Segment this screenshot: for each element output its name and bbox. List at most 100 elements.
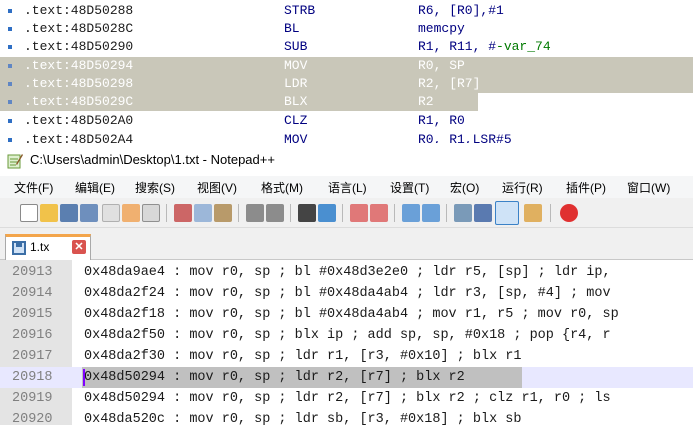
- toolbar-separator: [166, 204, 167, 222]
- breakpoint-dot-icon: [8, 100, 12, 104]
- toolbar-separator: [550, 204, 551, 222]
- menu-edit[interactable]: 编辑(E): [75, 179, 115, 196]
- ida-row[interactable]: .text:48D502A0 CLZ R1, R0: [0, 112, 693, 130]
- ida-address: .text:48D50294: [24, 58, 134, 73]
- ida-stack-var: -var_74: [496, 39, 551, 54]
- ida-row[interactable]: .text:48D50288 STRB R6, [R0],#1: [0, 2, 693, 20]
- zoom-out-icon[interactable]: [370, 204, 388, 222]
- toolbar-separator: [394, 204, 395, 222]
- ida-row[interactable]: .text:48D502A4 MOV R0, R1,LSR#5: [0, 131, 693, 143]
- line-number: 20917: [12, 349, 53, 364]
- breakpoint-dot-icon: [8, 9, 12, 13]
- menu-language[interactable]: 语言(L): [328, 179, 367, 196]
- menu-search[interactable]: 搜索(S): [135, 179, 175, 196]
- text-caret: [83, 369, 85, 386]
- line-number: 20913: [12, 265, 53, 280]
- ida-operands: R6, [R0],#1: [418, 3, 504, 18]
- open-file-icon[interactable]: [40, 204, 58, 222]
- ida-address: .text:48D50298: [24, 76, 134, 91]
- breakpoint-dot-icon: [8, 45, 12, 49]
- menu-plugins[interactable]: 插件(P): [566, 179, 606, 196]
- ida-mnemonic: BLX: [284, 94, 308, 109]
- close-icon[interactable]: [102, 204, 120, 222]
- menu-bar: 文件(F) 编辑(E) 搜索(S) 视图(V) 格式(M) 语言(L) 设置(T…: [0, 176, 693, 198]
- find-icon[interactable]: [298, 204, 316, 222]
- editor-line: 20920 0x48da520c : mov r0, sp ; ldr sb, …: [0, 409, 693, 425]
- menu-file[interactable]: 文件(F): [14, 179, 53, 196]
- line-number: 20915: [12, 307, 53, 322]
- zoom-in-icon[interactable]: [350, 204, 368, 222]
- line-number: 20918: [12, 370, 53, 385]
- save-icon[interactable]: [60, 204, 78, 222]
- editor-line: 20919 0x48d50294 : mov r0, sp ; ldr r2, …: [0, 388, 693, 409]
- line-text: 0x48da9ae4 : mov r0, sp ; bl #0x48d3e2e0…: [84, 265, 611, 280]
- document-map-icon[interactable]: [524, 204, 542, 222]
- ida-address: .text:48D502A0: [24, 113, 134, 128]
- ida-operands: R0, R1,LSR#5: [418, 132, 512, 143]
- new-file-icon[interactable]: [20, 204, 38, 222]
- ida-operands: R0, SP: [418, 58, 465, 73]
- ida-row[interactable]: .text:48D5028C BL memcpy: [0, 20, 693, 38]
- sync-vertical-icon[interactable]: [402, 204, 420, 222]
- editor-line: 20917 0x48da2f30 : mov r0, sp ; ldr r1, …: [0, 346, 693, 367]
- line-text: 0x48da2f18 : mov r0, sp ; bl #0x48da4ab4…: [84, 307, 619, 322]
- menu-view[interactable]: 视图(V): [197, 179, 237, 196]
- copy-icon[interactable]: [194, 204, 212, 222]
- toolbar-separator: [342, 204, 343, 222]
- line-number: 20919: [12, 391, 53, 406]
- title-bar[interactable]: C:\Users\admin\Desktop\1.txt - Notepad++: [0, 146, 693, 176]
- close-all-icon[interactable]: [122, 204, 140, 222]
- text-editor[interactable]: 20913 0x48da9ae4 : mov r0, sp ; bl #0x48…: [0, 260, 693, 425]
- menu-run[interactable]: 运行(R): [502, 179, 543, 196]
- breakpoint-dot-icon: [8, 64, 12, 68]
- ida-address: .text:48D5029C: [24, 94, 134, 109]
- line-text: 0x48d50294 : mov r0, sp ; ldr r2, [r7] ;…: [84, 391, 611, 406]
- show-all-chars-icon[interactable]: [474, 204, 492, 222]
- print-icon[interactable]: [142, 204, 160, 222]
- window-title: C:\Users\admin\Desktop\1.txt - Notepad++: [30, 152, 275, 167]
- cut-icon[interactable]: [174, 204, 192, 222]
- tab-bar: 1.tx ✕: [0, 228, 693, 260]
- breakpoint-dot-icon: [8, 82, 12, 86]
- indent-guide-icon[interactable]: [495, 201, 519, 225]
- ida-mnemonic: CLZ: [284, 113, 308, 128]
- paste-icon[interactable]: [214, 204, 232, 222]
- ida-operands: R1, R0: [418, 113, 465, 128]
- tab-close-button[interactable]: ✕: [72, 240, 86, 254]
- ida-operands: R1, R11, #-var_74: [418, 39, 551, 54]
- line-text: 0x48da2f24 : mov r0, sp ; bl #0x48da4ab4…: [84, 286, 611, 301]
- breakpoint-dot-icon: [8, 119, 12, 123]
- undo-icon[interactable]: [246, 204, 264, 222]
- toolbar-separator: [238, 204, 239, 222]
- menu-window[interactable]: 窗口(W): [627, 179, 670, 196]
- editor-line: 20915 0x48da2f18 : mov r0, sp ; bl #0x48…: [0, 304, 693, 325]
- sync-horizontal-icon[interactable]: [422, 204, 440, 222]
- menu-format[interactable]: 格式(M): [261, 179, 303, 196]
- line-text: 0x48da520c : mov r0, sp ; ldr sb, [r3, #…: [84, 412, 522, 425]
- save-all-icon[interactable]: [80, 204, 98, 222]
- replace-icon[interactable]: [318, 204, 336, 222]
- ida-address: .text:48D502A4: [24, 132, 134, 143]
- editor-line: 20914 0x48da2f24 : mov r0, sp ; bl #0x48…: [0, 283, 693, 304]
- editor-line: 20916 0x48da2f50 : mov r0, sp ; blx ip ;…: [0, 325, 693, 346]
- tab-1-txt[interactable]: 1.tx ✕: [5, 234, 91, 260]
- menu-settings[interactable]: 设置(T): [390, 179, 429, 196]
- ida-row[interactable]: .text:48D50290 SUB R1, R11, #-var_74: [0, 38, 693, 56]
- record-macro-icon[interactable]: [560, 204, 578, 222]
- ida-mnemonic: SUB: [284, 39, 308, 54]
- word-wrap-icon[interactable]: [454, 204, 472, 222]
- editor-line: 20913 0x48da9ae4 : mov r0, sp ; bl #0x48…: [0, 262, 693, 283]
- ida-mnemonic: MOV: [284, 132, 308, 143]
- line-text: 0x48d50294 : mov r0, sp ; ldr r2, [r7] ;…: [84, 370, 465, 385]
- toolbar-separator: [446, 204, 447, 222]
- redo-icon[interactable]: [266, 204, 284, 222]
- ida-operands: R2: [418, 94, 434, 109]
- breakpoint-dot-icon: [8, 27, 12, 31]
- ida-row-selected[interactable]: .text:48D50294 MOV R0, SP: [0, 57, 693, 75]
- tab-label: 1.tx: [30, 240, 50, 254]
- toolbar: [0, 198, 693, 228]
- menu-macro[interactable]: 宏(O): [450, 179, 479, 196]
- ida-row-selected[interactable]: .text:48D50298 LDR R2, [R7]: [0, 75, 693, 93]
- ida-operands: memcpy: [418, 21, 465, 36]
- ida-address: .text:48D5028C: [24, 21, 134, 36]
